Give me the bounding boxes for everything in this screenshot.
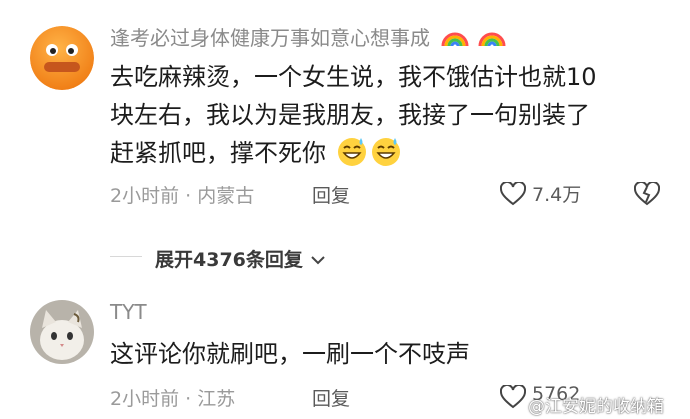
watermark: @江安妮的收纳箱 (528, 397, 664, 417)
reply-button[interactable]: 回复 (312, 181, 350, 208)
rainbow-icon (477, 26, 507, 48)
comment-text: 去吃麻辣烫，一个女生说，我不饿估计也就10 块左右，我以为是我朋友，我接了一句别… (110, 58, 670, 172)
expand-replies-button[interactable]: 展开4376条回复 (155, 245, 326, 272)
chevron-down-icon (310, 250, 326, 265)
dislike-button[interactable] (633, 180, 661, 206)
comment-text: 这评论你就刷吧，一刷一个不吱声 (110, 335, 670, 373)
rainbow-icon (440, 26, 470, 48)
comment-text-line: 去吃麻辣烫，一个女生说，我不饿估计也就10 (110, 63, 597, 91)
avatar[interactable] (30, 300, 94, 364)
heart-icon (499, 383, 527, 409)
sweat-smile-emoji-icon (336, 135, 368, 167)
heart-icon (499, 180, 527, 206)
sweat-smile-emoji-icon (370, 135, 402, 167)
reply-button[interactable]: 回复 (312, 384, 350, 411)
comment-username[interactable]: TYT (110, 300, 147, 324)
avatar[interactable] (30, 26, 94, 90)
like-button[interactable]: 7.4万 (499, 180, 600, 208)
comment-time-location: 2小时前 · 江苏 (110, 388, 236, 410)
expand-replies-label: 展开4376条回复 (155, 249, 303, 271)
username-text: 逢考必过身体健康万事如意心想事成 (110, 26, 430, 50)
expand-divider (110, 256, 142, 257)
comment-time-location: 2小时前 · 内蒙古 (110, 185, 255, 207)
comment-text-line: 赶紧抓吧，撑不死你 (110, 139, 326, 167)
broken-heart-icon (633, 180, 661, 206)
like-count: 7.4万 (532, 184, 582, 206)
comment-username[interactable]: 逢考必过身体健康万事如意心想事成 (110, 22, 507, 51)
comment-text-line: 块左右，我以为是我朋友，我接了一句别装了 (110, 101, 590, 129)
comment-text-line: 这评论你就刷吧，一刷一个不吱声 (110, 340, 470, 368)
